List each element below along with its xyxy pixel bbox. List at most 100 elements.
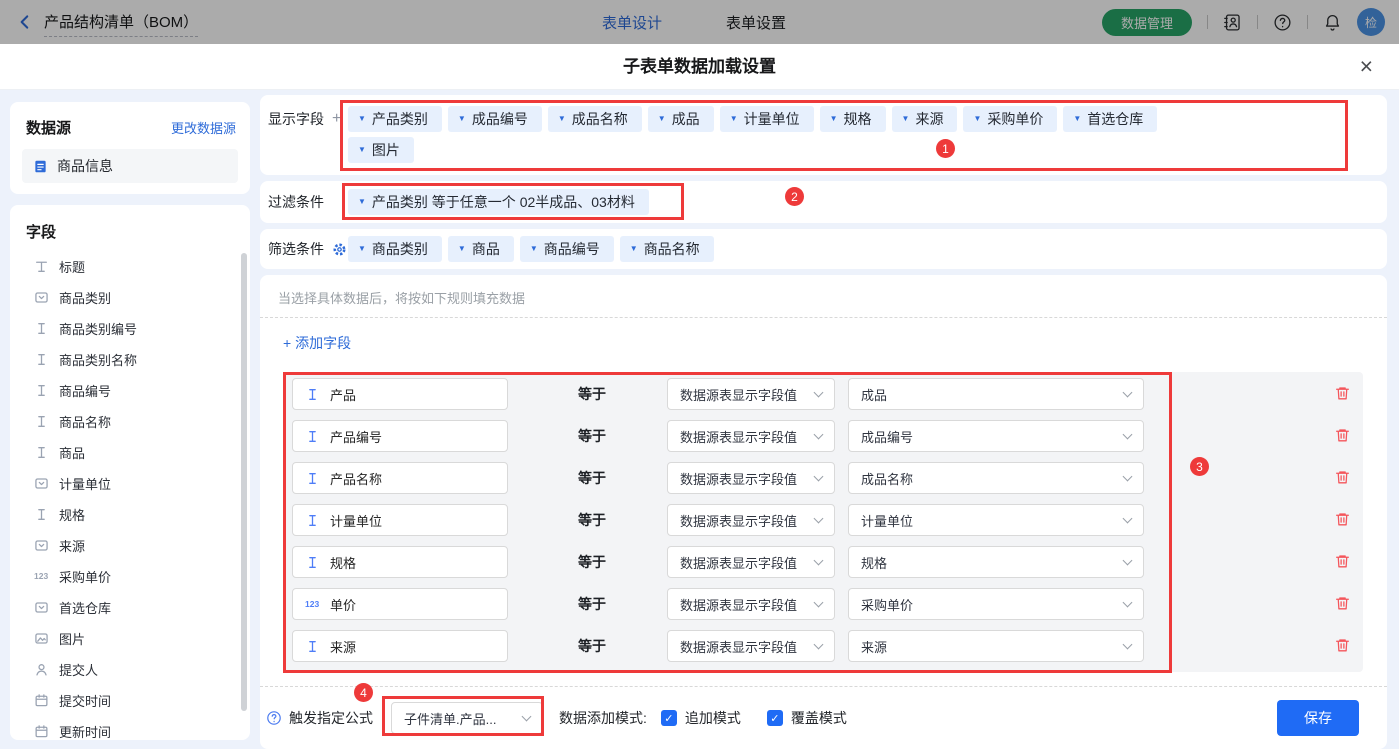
avatar[interactable]: 检: [1357, 8, 1385, 36]
gear-icon[interactable]: [332, 242, 347, 257]
text-icon: [305, 429, 320, 444]
rule-field-input[interactable]: 来源: [292, 630, 508, 662]
tab-form-design[interactable]: 表单设计: [602, 12, 662, 33]
rule-field-input[interactable]: 产品名称: [292, 462, 508, 494]
bell-icon[interactable]: [1323, 13, 1342, 32]
field-item[interactable]: 提交人: [10, 654, 250, 685]
rule-field-input[interactable]: 123单价: [292, 588, 508, 620]
trash-icon[interactable]: [1334, 595, 1351, 612]
field-chip[interactable]: ▼采购单价: [963, 106, 1057, 132]
field-item-label: 计量单位: [59, 474, 111, 493]
field-chip[interactable]: ▼成品: [648, 106, 714, 132]
field-item[interactable]: 规格: [10, 499, 250, 530]
field-item[interactable]: 商品类别名称: [10, 344, 250, 375]
field-chip[interactable]: ▼商品类别: [348, 236, 442, 262]
field-item[interactable]: 计量单位: [10, 468, 250, 499]
rule-field-input[interactable]: 规格: [292, 546, 508, 578]
formula-select-value: 子件清单.产品...: [404, 709, 496, 728]
field-item[interactable]: 商品: [10, 437, 250, 468]
field-chip[interactable]: ▼产品类别 等于任意一个 02半成品、03材料: [348, 189, 649, 215]
screen-chips: ▼商品类别▼商品▼商品编号▼商品名称: [348, 236, 1360, 267]
field-chip[interactable]: ▼商品编号: [520, 236, 614, 262]
field-item[interactable]: 首选仓库: [10, 592, 250, 623]
source-type-select[interactable]: 数据源表显示字段值: [667, 378, 835, 410]
field-item[interactable]: 提交时间: [10, 685, 250, 716]
trash-icon[interactable]: [1334, 469, 1351, 486]
select-icon: [34, 476, 49, 491]
contacts-icon[interactable]: [1223, 13, 1242, 32]
checkbox[interactable]: ✓: [661, 710, 677, 726]
formula-select[interactable]: 子件清单.产品...: [391, 702, 543, 734]
source-type-select[interactable]: 数据源表显示字段值: [667, 462, 835, 494]
source-field-select[interactable]: 成品编号: [848, 420, 1144, 452]
trash-icon[interactable]: [1334, 385, 1351, 402]
field-item[interactable]: 123采购单价: [10, 561, 250, 592]
field-item-label: 商品: [59, 443, 85, 462]
add-field-link[interactable]: + 添加字段: [283, 333, 351, 353]
datasource-item[interactable]: 商品信息: [22, 149, 238, 183]
close-icon[interactable]: ×: [1360, 51, 1373, 81]
add-display-field-icon[interactable]: +: [332, 110, 341, 128]
rule-operator: 等于: [578, 420, 606, 452]
source-field-select[interactable]: 采购单价: [848, 588, 1144, 620]
field-item[interactable]: 商品名称: [10, 406, 250, 437]
field-item[interactable]: 图片: [10, 623, 250, 654]
field-item-label: 商品名称: [59, 412, 111, 431]
help-icon[interactable]: [1273, 13, 1292, 32]
field-chip[interactable]: ▼商品: [448, 236, 514, 262]
source-field-select[interactable]: 来源: [848, 630, 1144, 662]
field-item[interactable]: 商品编号: [10, 375, 250, 406]
text-icon: [34, 445, 49, 460]
field-chip[interactable]: ▼图片: [348, 137, 414, 163]
screen: 产品结构清单（BOM） 表单设计 表单设置 数据管理 检 子表单数据加载设置 ×: [0, 0, 1399, 749]
data-manage-button[interactable]: 数据管理: [1102, 9, 1192, 36]
source-type-select[interactable]: 数据源表显示字段值: [667, 504, 835, 536]
source-field-select[interactable]: 规格: [848, 546, 1144, 578]
rule-operator: 等于: [578, 504, 606, 536]
source-type-select[interactable]: 数据源表显示字段值: [667, 630, 835, 662]
source-field-select[interactable]: 成品: [848, 378, 1144, 410]
field-chip[interactable]: ▼成品名称: [548, 106, 642, 132]
field-chip[interactable]: ▼商品名称: [620, 236, 714, 262]
help-circle-icon[interactable]: [266, 710, 282, 726]
field-item[interactable]: 商品类别: [10, 282, 250, 313]
trash-icon[interactable]: [1334, 427, 1351, 444]
text-icon: [34, 507, 49, 522]
back-icon[interactable]: [16, 13, 34, 31]
mode-checkbox-option[interactable]: ✓覆盖模式: [767, 708, 847, 728]
rule-field-label: 产品名称: [330, 469, 382, 488]
field-item[interactable]: 标题: [10, 251, 250, 282]
change-datasource-link[interactable]: 更改数据源: [171, 118, 236, 137]
mode-checkbox-option[interactable]: ✓追加模式: [661, 708, 741, 728]
field-chip[interactable]: ▼成品编号: [448, 106, 542, 132]
field-chip[interactable]: ▼规格: [820, 106, 886, 132]
field-chip[interactable]: ▼产品类别: [348, 106, 442, 132]
chevron-down-icon: [1123, 598, 1133, 608]
field-item[interactable]: 更新时间: [10, 716, 250, 740]
field-item[interactable]: 商品类别编号: [10, 313, 250, 344]
source-field-select[interactable]: 成品名称: [848, 462, 1144, 494]
rule-field-input[interactable]: 产品编号: [292, 420, 508, 452]
rule-field-input[interactable]: 计量单位: [292, 504, 508, 536]
checkbox[interactable]: ✓: [767, 710, 783, 726]
trash-icon[interactable]: [1334, 553, 1351, 570]
trash-icon[interactable]: [1334, 511, 1351, 528]
rule-field-input[interactable]: 产品: [292, 378, 508, 410]
source-type-select[interactable]: 数据源表显示字段值: [667, 546, 835, 578]
trash-icon[interactable]: [1334, 637, 1351, 654]
save-button[interactable]: 保存: [1277, 700, 1359, 736]
chevron-down-icon: [1123, 472, 1133, 482]
source-field-select[interactable]: 计量单位: [848, 504, 1144, 536]
field-item-label: 更新时间: [59, 722, 111, 740]
text-icon: [305, 639, 320, 654]
scrollbar-thumb[interactable]: [241, 253, 247, 711]
tab-form-settings[interactable]: 表单设置: [726, 12, 786, 33]
field-chip[interactable]: ▼计量单位: [720, 106, 814, 132]
source-type-select[interactable]: 数据源表显示字段值: [667, 420, 835, 452]
field-chip[interactable]: ▼首选仓库: [1063, 106, 1157, 132]
select-icon: [34, 290, 49, 305]
field-chip[interactable]: ▼来源: [892, 106, 958, 132]
source-type-select[interactable]: 数据源表显示字段值: [667, 588, 835, 620]
filter-card: 过滤条件 ▼产品类别 等于任意一个 02半成品、03材料: [260, 181, 1387, 223]
field-item[interactable]: 来源: [10, 530, 250, 561]
